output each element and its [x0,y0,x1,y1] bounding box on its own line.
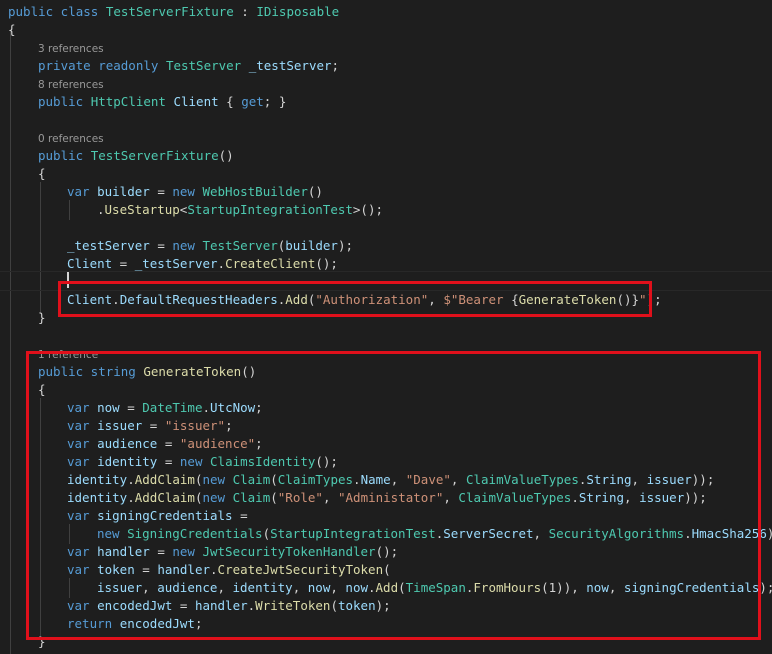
code-line: Client = _testServer.CreateClient(); [67,255,338,273]
punctuation-token: ); [767,526,772,541]
code-lens-references[interactable]: 3 references [38,42,104,56]
keyword-token: private readonly [38,58,166,73]
keyword-token: public [38,148,91,163]
code-line: .UseStartup<StartupIntegrationTest>(); [97,201,383,219]
punctuation-token: { [38,166,46,181]
keyword-token: public [38,94,91,109]
code-line: } [38,309,46,327]
type-token: TestServer [165,58,242,73]
code-editor[interactable]: 3 references 8 references 0 references 1… [0,0,772,654]
punctuation-token: ); [337,238,354,253]
code-line: { [8,21,16,39]
punctuation-token: ; } [263,94,287,109]
code-line: public TestServerFixture() [38,147,234,165]
punctuation-token: . [217,256,226,271]
keyword-token: new [172,238,203,253]
identifier-token: _testServer [248,58,332,73]
identifier-token: builder [97,184,150,199]
punctuation-token: : [233,4,257,19]
indent-guide [69,200,70,220]
punctuation-token: = [112,256,135,271]
punctuation-token: { [8,22,16,37]
keyword-token: new [172,184,203,199]
type-token: WebHostBuilder [202,184,308,199]
code-lens-references[interactable]: 0 references [38,132,104,146]
keyword-token: public class [8,4,106,19]
punctuation-token: (); [315,256,338,271]
punctuation-token: = [149,184,173,199]
function-token: UseStartup [104,202,180,217]
highlight-box-authorization-header [58,281,652,317]
code-lens-references[interactable]: 8 references [38,78,104,92]
identifier-token: builder [285,238,338,253]
punctuation-token: = [149,238,173,253]
type-token: TestServerFixture [90,148,219,163]
punctuation-token: () [307,184,323,199]
code-line: _testServer = new TestServer(builder); [67,237,353,255]
type-token: StartupIntegrationTest [187,202,353,217]
type-token: HttpClient [90,94,166,109]
identifier-token: _testServer [134,256,218,271]
highlight-box-generate-token-method [26,351,761,640]
code-line: var builder = new WebHostBuilder() [67,183,323,201]
identifier-token: Client [173,94,219,109]
indent-guide [10,30,11,654]
type-token: TestServer [202,238,278,253]
code-line: public HttpClient Client { get; } [38,93,286,111]
punctuation-token: ; [331,58,340,73]
punctuation-token: () [218,148,234,163]
code-line: public class TestServerFixture : IDispos… [8,3,339,21]
punctuation-token: . [97,202,105,217]
indent-guide [40,182,41,314]
punctuation-token [241,58,249,73]
punctuation-token: ); [759,580,772,595]
function-token: CreateClient [225,256,316,271]
type-token: IDisposable [256,4,340,19]
punctuation-token: { [218,94,242,109]
punctuation-token: } [38,310,46,325]
identifier-token: Client [67,256,113,271]
code-line: private readonly TestServer _testServer; [38,57,339,75]
keyword-token: var [67,184,98,199]
identifier-token: _testServer [67,238,150,253]
type-token: TestServerFixture [105,4,234,19]
punctuation-token: >(); [352,202,384,217]
keyword-token: get [241,94,264,109]
code-line: { [38,165,46,183]
